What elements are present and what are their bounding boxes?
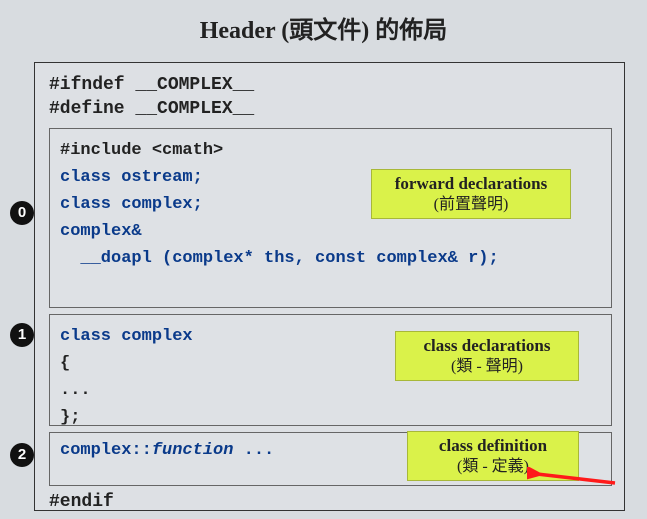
code-line: __doapl (complex* ths, const complex& r)…: [60, 245, 601, 272]
code-line: #include <cmath>: [60, 137, 601, 164]
red-arrow-icon: [527, 467, 617, 487]
label-en: class declarations: [410, 335, 564, 357]
section-1: 1 class declarations (類 - 聲明) class comp…: [49, 314, 612, 426]
label-en: class definition: [422, 435, 564, 457]
endif-line: #endif: [49, 492, 612, 512]
label-zh: (類 - 聲明): [410, 357, 564, 378]
code-line: complex&: [60, 218, 601, 245]
include-guard: #ifndef __COMPLEX__ #define __COMPLEX__: [49, 73, 612, 122]
slide: Header (頭文件) 的佈局 #ifndef __COMPLEX__ #de…: [0, 0, 647, 519]
label-forward-decl: forward declarations (前置聲明): [371, 169, 571, 220]
slide-title: Header (頭文件) 的佈局: [0, 0, 647, 57]
code-line: };: [60, 404, 601, 431]
label-class-decl: class declarations (類 - 聲明): [395, 331, 579, 382]
label-en: forward declarations: [386, 173, 556, 195]
label-zh: (前置聲明): [386, 195, 556, 216]
header-file-box: #ifndef __COMPLEX__ #define __COMPLEX__ …: [34, 62, 625, 511]
badge-0: 0: [10, 201, 34, 225]
badge-2: 2: [10, 443, 34, 467]
badge-1: 1: [10, 323, 34, 347]
ifndef-line: #ifndef __COMPLEX__: [49, 73, 612, 97]
section-0: 0 forward declarations (前置聲明) #include <…: [49, 128, 612, 308]
define-line: #define __COMPLEX__: [49, 97, 612, 121]
